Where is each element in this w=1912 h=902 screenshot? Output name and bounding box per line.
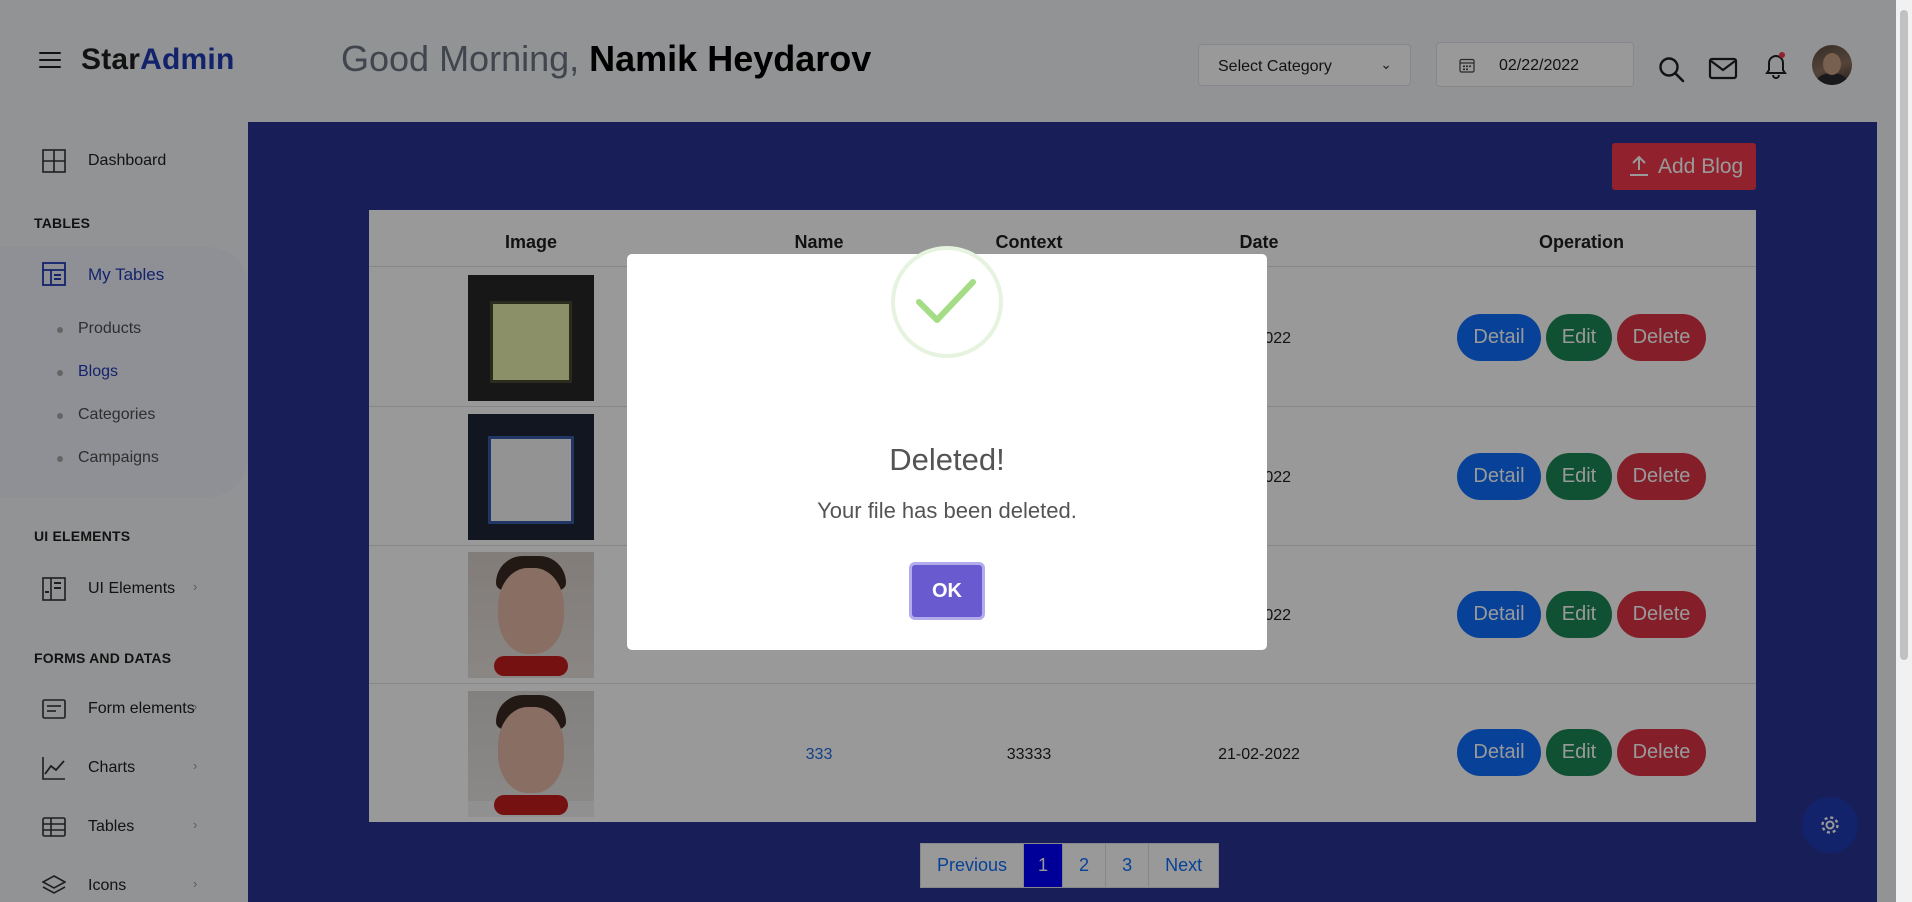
ok-button[interactable]: OK xyxy=(909,562,985,620)
success-check-icon xyxy=(891,246,1003,358)
dialog-message: Your file has been deleted. xyxy=(817,498,1077,523)
page-scrollbar[interactable] xyxy=(1896,0,1912,902)
scrollbar-thumb[interactable] xyxy=(1900,10,1908,660)
success-dialog: Deleted! Your file has been deleted. OK xyxy=(627,246,1267,650)
dialog-title: Deleted! xyxy=(889,442,1005,477)
